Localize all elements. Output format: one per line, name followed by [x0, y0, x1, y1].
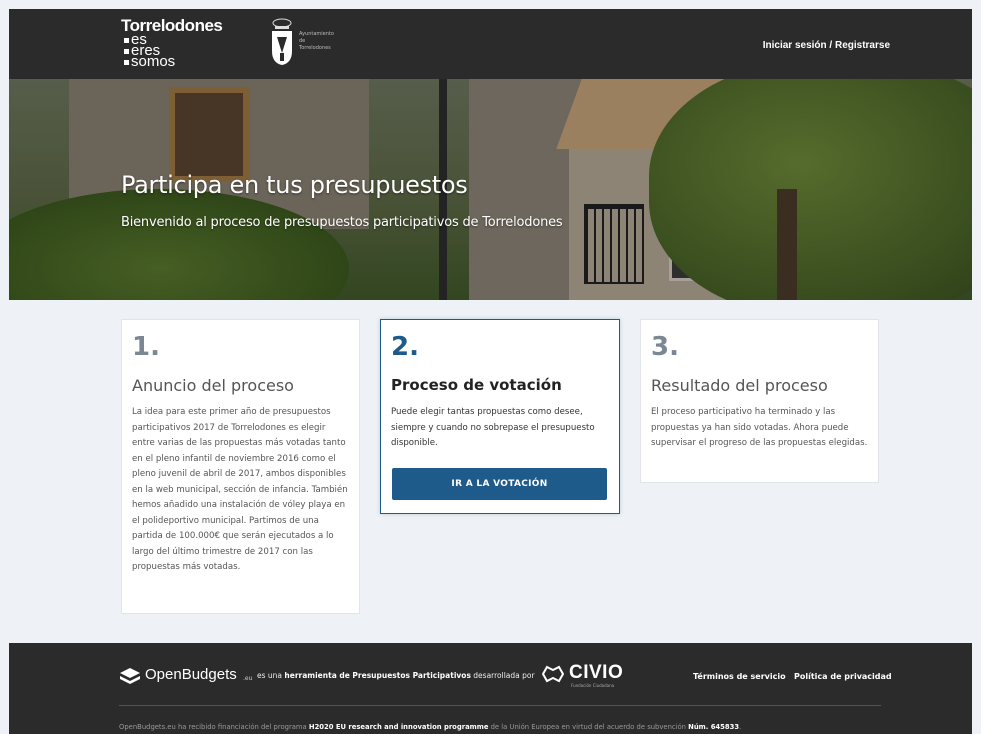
site-footer: OpenBudgets .eu es una herramienta de Pr… [9, 643, 972, 734]
footer-description: es una herramienta de Presupuestos Parti… [257, 671, 535, 680]
step-number: 1. [132, 332, 160, 362]
torrelodones-logo[interactable]: Torrelodones es eres somos [121, 17, 223, 69]
openbudgets-logo-icon[interactable] [119, 667, 141, 687]
crest-text: Ayuntamiento de Torrelodones [299, 31, 334, 51]
step-card-voting: 2. Proceso de votación Puede elegir tant… [380, 319, 620, 514]
civio-logo-icon[interactable] [542, 665, 564, 683]
openbudgets-brand-suffix: .eu [243, 675, 253, 682]
step-title: Resultado del proceso [651, 376, 828, 395]
hero-subtitle: Bienvenido al proceso de presupuestos pa… [121, 215, 563, 230]
step-title: Anuncio del proceso [132, 376, 294, 395]
hero-banner: Participa en tus presupuestos Bienvenido… [9, 79, 972, 300]
openbudgets-brand[interactable]: OpenBudgets [145, 666, 237, 683]
site-header: Torrelodones es eres somos Ayuntamiento … [9, 9, 972, 79]
step-title: Proceso de votación [391, 376, 562, 394]
terms-of-service-link[interactable]: Términos de servicio [693, 672, 786, 681]
step-text: Puede elegir tantas propuestas como dese… [391, 407, 595, 448]
privacy-policy-link[interactable]: Política de privacidad [794, 672, 892, 681]
step-card-results: 3. Resultado del proceso El proceso part… [640, 319, 879, 483]
footer-divider [119, 705, 881, 706]
logo-line-4: somos [121, 54, 222, 69]
funding-notice: OpenBudgets.eu ha recibido financiación … [119, 723, 742, 731]
civio-subtitle: Fundación Ciudadana [571, 683, 615, 688]
go-to-vote-button[interactable]: IR A LA VOTACIÓN [392, 468, 607, 500]
step-text: El proceso participativo ha terminado y … [651, 407, 868, 448]
step-text: La idea para este primer año de presupue… [132, 407, 348, 572]
civio-brand[interactable]: CIVIO [569, 662, 623, 684]
step-card-announcement: 1. Anuncio del proceso La idea para este… [121, 319, 360, 614]
step-number: 2. [391, 332, 419, 362]
hero-title: Participa en tus presupuestos [121, 171, 468, 199]
login-register-link[interactable]: Iniciar sesión / Registrarse [763, 40, 890, 51]
step-number: 3. [651, 332, 679, 362]
crest-icon [272, 18, 292, 65]
